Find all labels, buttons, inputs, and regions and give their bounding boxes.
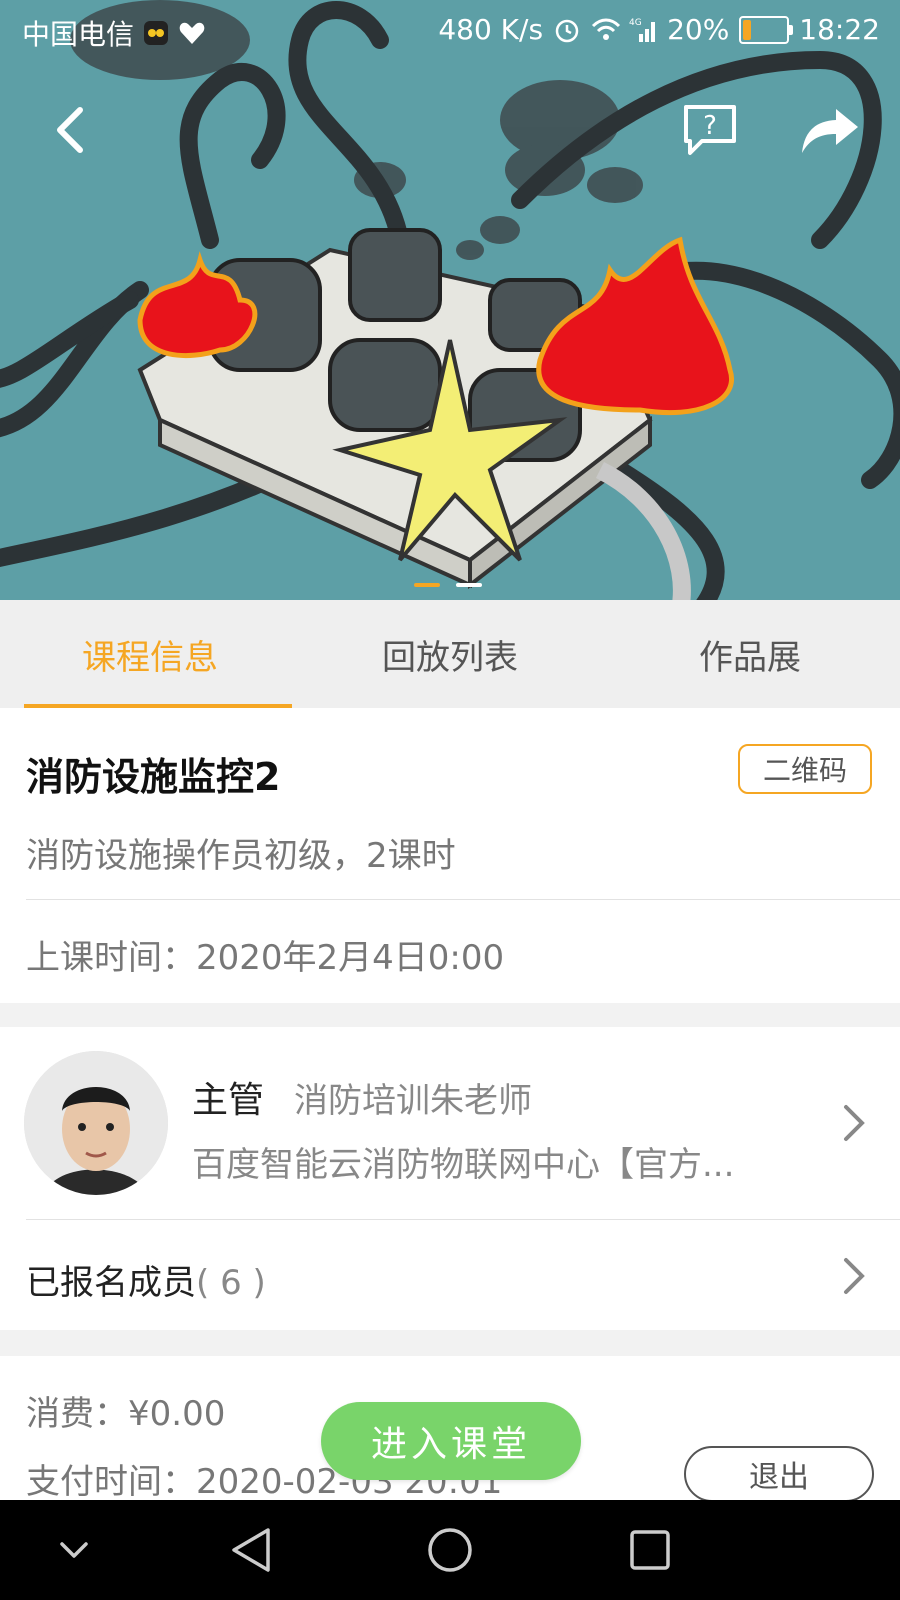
chevron-right-icon xyxy=(844,1105,865,1141)
svg-text:4G: 4G xyxy=(629,18,642,28)
exit-button[interactable]: 退出 xyxy=(684,1446,874,1500)
network-speed: 480 K/s xyxy=(438,13,544,46)
members-count: ( 6 ) xyxy=(196,1263,266,1303)
system-navigation-bar xyxy=(0,1500,900,1600)
carrier-label: 中国电信 xyxy=(22,18,135,51)
tab-replay-list[interactable]: 回放列表 xyxy=(300,600,600,708)
course-info-card: 消防设施监控2 二维码 消防设施操作员初级，2课时 上课时间：2020年2月4日… xyxy=(0,708,900,1003)
carousel-indicator xyxy=(414,583,482,587)
payment-time-label: 支付时间： xyxy=(26,1462,196,1500)
tab-course-info[interactable]: 课程信息 xyxy=(0,600,300,708)
svg-text:?: ? xyxy=(703,111,717,141)
carousel-dot-2[interactable] xyxy=(456,583,482,587)
battery-icon xyxy=(739,15,794,44)
course-banner[interactable]: 中国电信 480 K/s 4G 20% 18:22 ? xyxy=(0,0,900,600)
teacher-role: 主管 xyxy=(192,1080,265,1121)
members-row[interactable]: 已报名成员( 6 ) xyxy=(0,1220,900,1330)
class-time-label: 上课时间： xyxy=(26,938,196,978)
class-time-value: 2020年2月4日0:00 xyxy=(196,938,505,978)
teacher-card: 主管 消防培训朱老师 百度智能云消防物联网中心【官方... 已报名成员( 6 ) xyxy=(0,1027,900,1330)
teacher-name: 消防培训朱老师 xyxy=(294,1081,532,1121)
qr-code-button[interactable]: 二维码 xyxy=(738,744,872,794)
course-subtitle: 消防设施操作员初级，2课时 xyxy=(26,836,456,876)
enrolled-members: 已报名成员( 6 ) xyxy=(26,1255,266,1304)
divider xyxy=(26,899,900,900)
tab-works-show[interactable]: 作品展 xyxy=(600,600,900,708)
cellular-signal-icon: 4G xyxy=(629,16,657,44)
wifi-icon xyxy=(591,16,621,44)
health-heart-icon xyxy=(178,19,206,47)
clock: 18:22 xyxy=(799,13,880,46)
back-nav-icon[interactable] xyxy=(228,1526,274,1574)
class-time: 上课时间：2020年2月4日0:00 xyxy=(26,930,504,979)
chevron-right-icon xyxy=(844,1258,865,1294)
fee: 消费：¥0.00 xyxy=(26,1386,225,1435)
alarm-icon xyxy=(553,16,581,44)
course-title: 消防设施监控2 xyxy=(26,755,281,799)
fee-label: 消费： xyxy=(26,1394,128,1434)
status-bar: 中国电信 480 K/s 4G 20% 18:22 xyxy=(0,0,900,62)
back-icon[interactable] xyxy=(46,100,96,160)
banner-illustration xyxy=(0,0,900,600)
home-nav-icon[interactable] xyxy=(426,1526,474,1574)
hide-keyboard-icon[interactable] xyxy=(56,1532,92,1568)
recent-apps-icon[interactable] xyxy=(628,1528,672,1572)
avatar[interactable] xyxy=(24,1051,168,1195)
carousel-dot-1[interactable] xyxy=(414,583,440,587)
enter-classroom-button[interactable]: 进入课堂 xyxy=(321,1402,581,1480)
help-icon[interactable]: ? xyxy=(682,103,738,157)
tab-bar: 课程信息 回放列表 作品展 xyxy=(0,600,900,708)
battery-percent: 20% xyxy=(667,13,730,46)
share-icon[interactable] xyxy=(800,105,860,157)
app-notification-icon xyxy=(142,19,170,47)
members-label: 已报名成员 xyxy=(26,1263,196,1303)
teacher-organization: 百度智能云消防物联网中心【官方... xyxy=(192,1145,735,1185)
teacher-row[interactable]: 主管 消防培训朱老师 百度智能云消防物联网中心【官方... xyxy=(0,1027,900,1219)
fee-value: ¥0.00 xyxy=(128,1394,226,1434)
